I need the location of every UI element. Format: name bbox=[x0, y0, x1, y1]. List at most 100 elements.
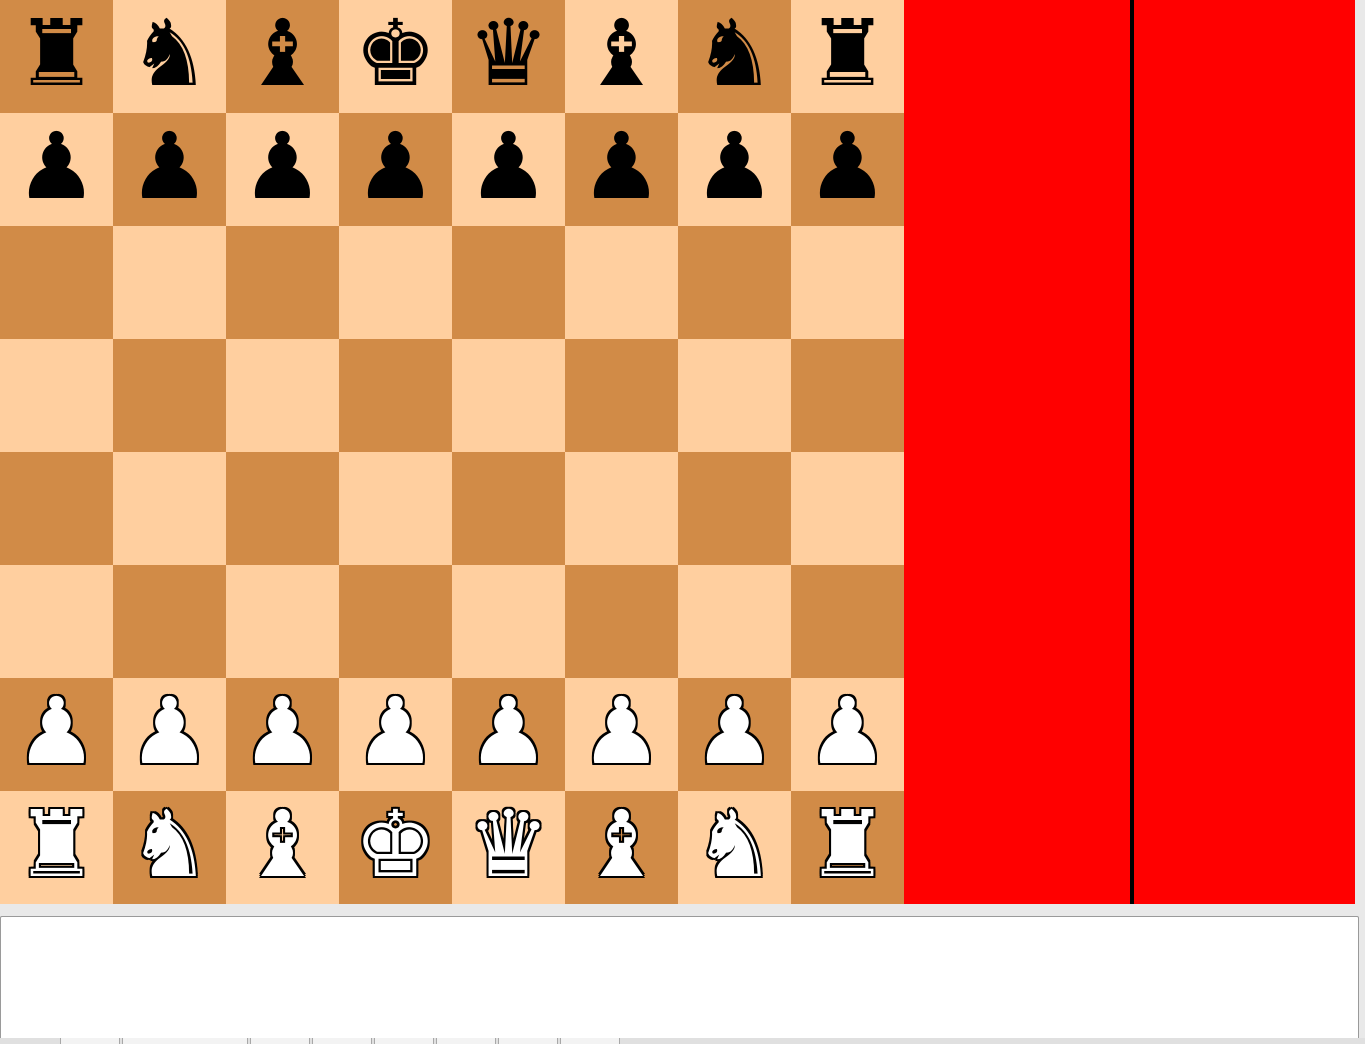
white-knight-icon[interactable]: ♞ bbox=[128, 798, 210, 891]
square-g2[interactable]: ♟ bbox=[678, 678, 791, 791]
black-rook-icon[interactable]: ♜ bbox=[15, 7, 97, 100]
square-h5[interactable] bbox=[791, 339, 904, 452]
square-h7[interactable]: ♟ bbox=[791, 113, 904, 226]
square-a5[interactable] bbox=[0, 339, 113, 452]
square-g1[interactable]: ♞ bbox=[678, 791, 791, 904]
square-b1[interactable]: ♞ bbox=[113, 791, 226, 904]
white-pawn-icon[interactable]: ♟ bbox=[580, 685, 662, 778]
black-pawn-icon[interactable]: ♟ bbox=[128, 120, 210, 213]
square-f5[interactable] bbox=[565, 339, 678, 452]
black-pawn-icon[interactable]: ♟ bbox=[806, 120, 888, 213]
bottom-tab-4[interactable] bbox=[312, 1038, 372, 1044]
black-pawn-icon[interactable]: ♟ bbox=[354, 120, 436, 213]
square-g5[interactable] bbox=[678, 339, 791, 452]
white-pawn-icon[interactable]: ♟ bbox=[467, 685, 549, 778]
white-pawn-icon[interactable]: ♟ bbox=[693, 685, 775, 778]
square-e7[interactable]: ♟ bbox=[452, 113, 565, 226]
chess-board[interactable]: ♜ ♞ ♝ ♚ ♛ ♝ ♞ ♜ ♟ ♟ ♟ ♟ ♟ ♟ ♟ ♟ ♟ ♟ ♟ ♟ ♟ ♟ ♟ ♟ ♜ ♞ ♝ ♚ ♛ ♝ ♞ ♜ bbox=[0, 0, 904, 904]
square-b2[interactable]: ♟ bbox=[113, 678, 226, 791]
black-knight-icon[interactable]: ♞ bbox=[128, 7, 210, 100]
square-e8[interactable]: ♛ bbox=[452, 0, 565, 113]
square-c4[interactable] bbox=[226, 452, 339, 565]
square-e1[interactable]: ♛ bbox=[452, 791, 565, 904]
square-f7[interactable]: ♟ bbox=[565, 113, 678, 226]
square-f3[interactable] bbox=[565, 565, 678, 678]
square-h8[interactable]: ♜ bbox=[791, 0, 904, 113]
white-pawn-icon[interactable]: ♟ bbox=[354, 685, 436, 778]
square-f2[interactable]: ♟ bbox=[565, 678, 678, 791]
white-pawn-icon[interactable]: ♟ bbox=[806, 685, 888, 778]
bottom-tab-1[interactable] bbox=[60, 1038, 120, 1044]
bottom-tab-6[interactable] bbox=[436, 1038, 496, 1044]
square-g6[interactable] bbox=[678, 226, 791, 339]
square-d7[interactable]: ♟ bbox=[339, 113, 452, 226]
square-c6[interactable] bbox=[226, 226, 339, 339]
square-b6[interactable] bbox=[113, 226, 226, 339]
square-c5[interactable] bbox=[226, 339, 339, 452]
square-h6[interactable] bbox=[791, 226, 904, 339]
square-f4[interactable] bbox=[565, 452, 678, 565]
black-rook-icon[interactable]: ♜ bbox=[806, 7, 888, 100]
black-queen-icon[interactable]: ♛ bbox=[467, 7, 549, 100]
bottom-tab-3[interactable] bbox=[250, 1038, 310, 1044]
square-d3[interactable] bbox=[339, 565, 452, 678]
white-bishop-icon[interactable]: ♝ bbox=[241, 798, 323, 891]
white-knight-icon[interactable]: ♞ bbox=[693, 798, 775, 891]
black-pawn-icon[interactable]: ♟ bbox=[693, 120, 775, 213]
bottom-tab-5[interactable] bbox=[374, 1038, 434, 1044]
square-d5[interactable] bbox=[339, 339, 452, 452]
move-log-textarea[interactable] bbox=[0, 916, 1359, 1040]
bottom-tab-8[interactable] bbox=[560, 1038, 620, 1044]
black-pawn-icon[interactable]: ♟ bbox=[241, 120, 323, 213]
square-g8[interactable]: ♞ bbox=[678, 0, 791, 113]
square-f8[interactable]: ♝ bbox=[565, 0, 678, 113]
square-d6[interactable] bbox=[339, 226, 452, 339]
square-h1[interactable]: ♜ bbox=[791, 791, 904, 904]
bottom-tab-7[interactable] bbox=[498, 1038, 558, 1044]
square-b7[interactable]: ♟ bbox=[113, 113, 226, 226]
square-d2[interactable]: ♟ bbox=[339, 678, 452, 791]
square-d8[interactable]: ♚ bbox=[339, 0, 452, 113]
square-g4[interactable] bbox=[678, 452, 791, 565]
white-bishop-icon[interactable]: ♝ bbox=[580, 798, 662, 891]
square-a7[interactable]: ♟ bbox=[0, 113, 113, 226]
square-b3[interactable] bbox=[113, 565, 226, 678]
square-a2[interactable]: ♟ bbox=[0, 678, 113, 791]
white-rook-icon[interactable]: ♜ bbox=[15, 798, 97, 891]
square-c2[interactable]: ♟ bbox=[226, 678, 339, 791]
square-a4[interactable] bbox=[0, 452, 113, 565]
square-c1[interactable]: ♝ bbox=[226, 791, 339, 904]
black-bishop-icon[interactable]: ♝ bbox=[241, 7, 323, 100]
bottom-tab-2[interactable] bbox=[122, 1038, 248, 1044]
white-pawn-icon[interactable]: ♟ bbox=[128, 685, 210, 778]
square-c3[interactable] bbox=[226, 565, 339, 678]
square-e3[interactable] bbox=[452, 565, 565, 678]
square-a3[interactable] bbox=[0, 565, 113, 678]
square-b5[interactable] bbox=[113, 339, 226, 452]
white-rook-icon[interactable]: ♜ bbox=[806, 798, 888, 891]
white-queen-icon[interactable]: ♛ bbox=[467, 798, 549, 891]
black-pawn-icon[interactable]: ♟ bbox=[15, 120, 97, 213]
square-e4[interactable] bbox=[452, 452, 565, 565]
square-h3[interactable] bbox=[791, 565, 904, 678]
square-c8[interactable]: ♝ bbox=[226, 0, 339, 113]
black-bishop-icon[interactable]: ♝ bbox=[580, 7, 662, 100]
square-e5[interactable] bbox=[452, 339, 565, 452]
square-e2[interactable]: ♟ bbox=[452, 678, 565, 791]
square-g3[interactable] bbox=[678, 565, 791, 678]
square-a6[interactable] bbox=[0, 226, 113, 339]
white-pawn-icon[interactable]: ♟ bbox=[241, 685, 323, 778]
white-pawn-icon[interactable]: ♟ bbox=[15, 685, 97, 778]
black-king-icon[interactable]: ♚ bbox=[354, 7, 436, 100]
square-g7[interactable]: ♟ bbox=[678, 113, 791, 226]
square-f6[interactable] bbox=[565, 226, 678, 339]
square-a1[interactable]: ♜ bbox=[0, 791, 113, 904]
square-c7[interactable]: ♟ bbox=[226, 113, 339, 226]
square-e6[interactable] bbox=[452, 226, 565, 339]
black-knight-icon[interactable]: ♞ bbox=[693, 7, 775, 100]
square-d1[interactable]: ♚ bbox=[339, 791, 452, 904]
square-h2[interactable]: ♟ bbox=[791, 678, 904, 791]
white-king-icon[interactable]: ♚ bbox=[354, 798, 436, 891]
square-f1[interactable]: ♝ bbox=[565, 791, 678, 904]
black-pawn-icon[interactable]: ♟ bbox=[467, 120, 549, 213]
